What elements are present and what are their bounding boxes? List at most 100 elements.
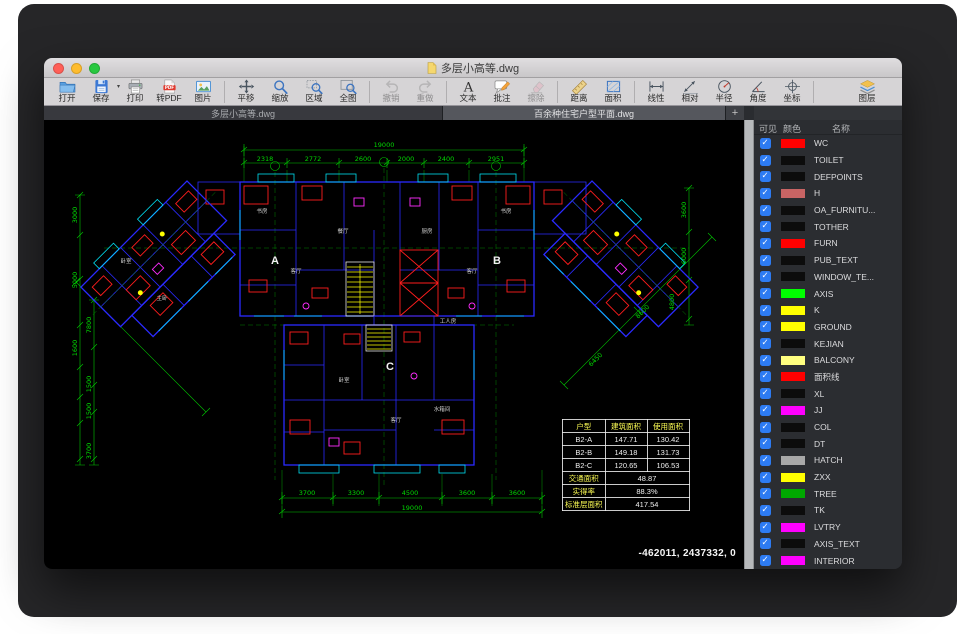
layer-row[interactable]: TOILET [754, 152, 902, 169]
toolbar-annotate-button[interactable]: 批注 [485, 79, 519, 104]
layer-color-swatch[interactable] [781, 306, 805, 315]
toolbar-redo-button[interactable]: 重做 [408, 79, 442, 104]
panel-splitter[interactable] [744, 106, 754, 569]
layer-row[interactable]: XL [754, 385, 902, 402]
layer-color-swatch[interactable] [781, 156, 805, 165]
layer-color-swatch[interactable] [781, 289, 805, 298]
layer-color-swatch[interactable] [781, 172, 805, 181]
layer-row[interactable]: AXIS [754, 285, 902, 302]
toolbar-dim-linear-button[interactable]: 线性 [639, 79, 673, 104]
layer-row[interactable]: K [754, 302, 902, 319]
toolbar-print-button[interactable]: 打印 [118, 79, 152, 104]
layer-row[interactable]: TOTHER [754, 218, 902, 235]
layer-row[interactable]: 面积线 [754, 369, 902, 386]
layer-color-swatch[interactable] [781, 139, 805, 148]
toolbar-to-pdf-button[interactable]: PDF转PDF [152, 79, 186, 104]
layer-visible-checkbox[interactable] [760, 221, 771, 232]
layer-visible-checkbox[interactable] [760, 255, 771, 266]
layer-color-swatch[interactable] [781, 256, 805, 265]
new-tab-button[interactable]: + [726, 106, 744, 120]
layer-visible-checkbox[interactable] [760, 488, 771, 499]
toolbar-layers-button[interactable]: 图层 [850, 79, 884, 104]
layer-color-swatch[interactable] [781, 473, 805, 482]
layer-color-swatch[interactable] [781, 556, 805, 565]
layer-color-swatch[interactable] [781, 523, 805, 532]
layer-visible-checkbox[interactable] [760, 171, 771, 182]
layer-row[interactable]: GROUND [754, 319, 902, 336]
layer-visible-checkbox[interactable] [760, 138, 771, 149]
layer-color-swatch[interactable] [781, 322, 805, 331]
layer-row[interactable]: DT [754, 435, 902, 452]
layer-visible-checkbox[interactable] [760, 472, 771, 483]
toolbar-zoom-area-button[interactable]: 区域 [297, 79, 331, 104]
layer-visible-checkbox[interactable] [760, 321, 771, 332]
layer-color-swatch[interactable] [781, 456, 805, 465]
layer-row[interactable]: COL [754, 419, 902, 436]
layer-color-swatch[interactable] [781, 189, 805, 198]
layer-visible-checkbox[interactable] [760, 538, 771, 549]
layer-visible-checkbox[interactable] [760, 288, 771, 299]
layer-color-swatch[interactable] [781, 339, 805, 348]
layer-row[interactable]: TREE [754, 485, 902, 502]
layer-row[interactable]: HATCH [754, 452, 902, 469]
layer-row[interactable]: FURN [754, 235, 902, 252]
toolbar-save-button[interactable]: 保存▾ [84, 79, 118, 104]
toolbar-area-button[interactable]: 面积 [596, 79, 630, 104]
layer-color-swatch[interactable] [781, 222, 805, 231]
layer-row[interactable]: AXIS_TEXT [754, 536, 902, 553]
layer-row[interactable]: KEJIAN [754, 335, 902, 352]
layer-visible-checkbox[interactable] [760, 355, 771, 366]
layer-visible-checkbox[interactable] [760, 205, 771, 216]
toolbar-dim-radius-button[interactable]: 半径 [707, 79, 741, 104]
drawing-canvas[interactable]: 1900023182772260020002400295137003300450… [44, 120, 744, 569]
layer-visible-checkbox[interactable] [760, 455, 771, 466]
layer-visible-checkbox[interactable] [760, 522, 771, 533]
toolbar-zoom-button[interactable]: 缩放 [263, 79, 297, 104]
layer-visible-checkbox[interactable] [760, 338, 771, 349]
layer-row[interactable]: ZXX [754, 469, 902, 486]
layer-color-swatch[interactable] [781, 239, 805, 248]
layer-visible-checkbox[interactable] [760, 422, 771, 433]
toolbar-dim-relative-button[interactable]: 相对 [673, 79, 707, 104]
tab-2[interactable]: 百余种住宅户型平面.dwg [443, 106, 726, 120]
toolbar-dim-angle-button[interactable]: 角度 [741, 79, 775, 104]
toolbar-text-button[interactable]: A文本 [451, 79, 485, 104]
layer-color-swatch[interactable] [781, 423, 805, 432]
layer-color-swatch[interactable] [781, 489, 805, 498]
layer-visible-checkbox[interactable] [760, 388, 771, 399]
layer-row[interactable]: JJ [754, 402, 902, 419]
layer-color-swatch[interactable] [781, 406, 805, 415]
layer-row[interactable]: TK [754, 502, 902, 519]
layer-color-swatch[interactable] [781, 372, 805, 381]
layer-color-swatch[interactable] [781, 506, 805, 515]
layer-visible-checkbox[interactable] [760, 371, 771, 382]
layer-row[interactable]: DEFPOINTS [754, 168, 902, 185]
toolbar-image-button[interactable]: 图片 [186, 79, 220, 104]
minimize-button[interactable] [71, 63, 82, 74]
layer-row[interactable]: WINDOW_TE... [754, 269, 902, 286]
layer-color-swatch[interactable] [781, 539, 805, 548]
layer-color-swatch[interactable] [781, 439, 805, 448]
layer-visible-checkbox[interactable] [760, 438, 771, 449]
layer-color-swatch[interactable] [781, 206, 805, 215]
layer-visible-checkbox[interactable] [760, 405, 771, 416]
layer-visible-checkbox[interactable] [760, 155, 771, 166]
layer-row[interactable]: OA_FURNITU... [754, 202, 902, 219]
layer-row[interactable]: PUB_TEXT [754, 252, 902, 269]
layer-row[interactable]: H [754, 185, 902, 202]
layer-visible-checkbox[interactable] [760, 555, 771, 566]
layer-row[interactable]: WC [754, 135, 902, 152]
layer-row[interactable]: INTERIOR [754, 552, 902, 569]
layer-color-swatch[interactable] [781, 272, 805, 281]
layer-row[interactable]: LVTRY [754, 519, 902, 536]
layer-color-swatch[interactable] [781, 389, 805, 398]
zoom-button[interactable] [89, 63, 100, 74]
layer-visible-checkbox[interactable] [760, 238, 771, 249]
toolbar-dim-coord-button[interactable]: 坐标 [775, 79, 809, 104]
layer-visible-checkbox[interactable] [760, 188, 771, 199]
layer-visible-checkbox[interactable] [760, 271, 771, 282]
splitter-bar[interactable] [744, 120, 754, 569]
tab-1[interactable]: 多层小高等.dwg [44, 106, 443, 120]
toolbar-erase-button[interactable]: 擦除 [519, 79, 553, 104]
toolbar-open-button[interactable]: 打开 [50, 79, 84, 104]
